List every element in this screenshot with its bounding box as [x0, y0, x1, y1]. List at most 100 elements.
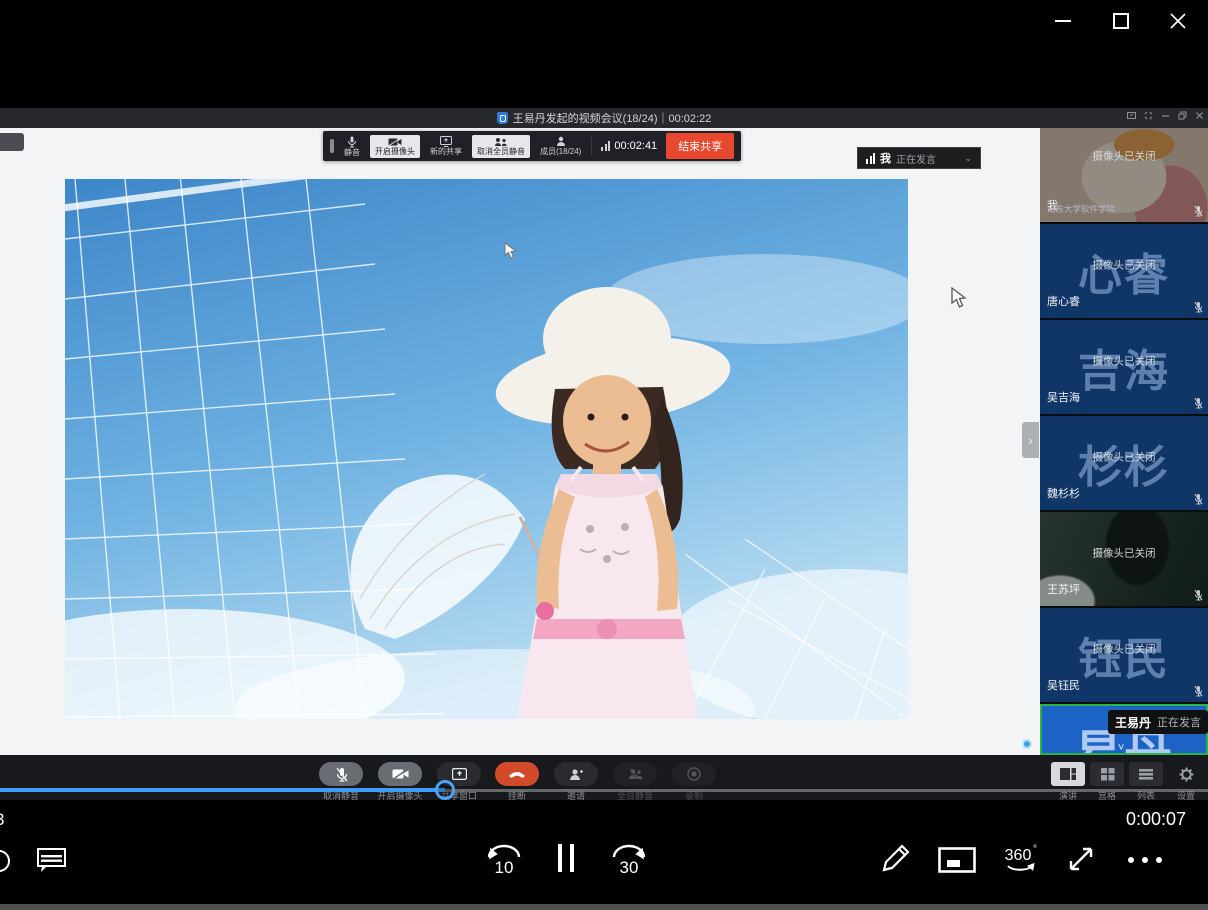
maximize-icon[interactable] — [1107, 8, 1135, 34]
mic-muted-icon — [1194, 301, 1203, 313]
minimize-icon[interactable] — [1049, 8, 1077, 34]
participant-tile[interactable]: 钰民 摄像头已关闭 吴钰民 — [1040, 608, 1208, 702]
record-icon — [687, 767, 701, 781]
hangup-button[interactable]: 挂断 — [494, 762, 540, 802]
invite-icon — [569, 768, 583, 781]
rewind-10-button[interactable]: 10 — [483, 840, 525, 880]
pause-button[interactable] — [556, 843, 578, 873]
mini-restore-icon[interactable] — [1178, 111, 1187, 120]
chat-bubble-icon — [36, 844, 68, 876]
annotate-button[interactable] — [878, 842, 912, 876]
screen: 王易丹发起的视频会议(18/24)｜00:02:22 静音 — [0, 0, 1208, 910]
settings-button[interactable]: 设置 — [1166, 762, 1206, 802]
unmute-button[interactable]: 取消静音 — [318, 762, 364, 802]
toolbar-divider — [591, 137, 592, 155]
participant-tile[interactable]: 心睿 摄像头已关闭 唐心睿 — [1040, 224, 1208, 318]
drag-grip-icon[interactable] — [330, 139, 334, 153]
svg-text:360: 360 — [1005, 847, 1032, 864]
pip-button[interactable] — [938, 847, 976, 873]
gear-icon — [1179, 767, 1194, 782]
mute-all-icon — [628, 768, 643, 780]
chevron-down-icon: ⌄ — [964, 153, 972, 164]
speaker-status: 正在发言 — [896, 151, 936, 166]
pip-icon — [938, 847, 976, 873]
player-current-time: 0:00:07 — [1126, 809, 1186, 830]
video-player-controls: 3 0:00:07 10 30 360° — [0, 800, 1208, 910]
window-bottom-strip — [0, 904, 1208, 910]
sidebar-collapse-chevron[interactable]: › — [1022, 422, 1039, 458]
shared-photo — [65, 179, 908, 719]
participant-name: 唐心睿 — [1047, 293, 1080, 309]
mic-off-icon — [335, 767, 348, 782]
participants-sidebar: 摄像头已关闭 我 山东大学软件学院 心睿 摄像头已关闭 唐心睿 吉海 摄像头已关… — [1040, 128, 1208, 755]
shared-screen-area: 静音 开启摄像头 新的共享 取消全员静音 成员(18/24) — [0, 128, 1040, 755]
fullscreen-arrows-icon[interactable] — [1144, 111, 1153, 120]
meeting-timer: 00:02:41 — [601, 140, 657, 152]
fullscreen-button[interactable] — [1066, 844, 1096, 874]
popout-icon[interactable] — [1127, 111, 1136, 120]
player-progress-bar[interactable] — [0, 788, 1208, 792]
volume-bars-icon — [866, 153, 875, 164]
share-window-icon — [452, 768, 467, 780]
mute-all-button[interactable]: 全员静音 — [612, 762, 658, 802]
outer-titlebar — [0, 0, 1208, 108]
participant-tile[interactable]: 摄像头已关闭 王苏坪 — [1040, 512, 1208, 606]
mini-minimize-icon[interactable] — [1161, 111, 1170, 120]
participant-name: 吴吉海 — [1047, 389, 1080, 405]
participant-tile[interactable]: 杉杉 摄像头已关闭 魏杉杉 — [1040, 416, 1208, 510]
member-icon — [556, 136, 566, 147]
meeting-titlebar: 王易丹发起的视频会议(18/24)｜00:02:22 — [0, 108, 1208, 128]
layout-grid-icon — [1100, 767, 1115, 781]
mute-button[interactable]: 静音 — [343, 134, 361, 159]
record-button[interactable]: 录制 — [671, 762, 717, 802]
layout-speaker-icon — [1059, 767, 1077, 781]
mic-muted-icon — [1194, 589, 1203, 601]
mic-muted-icon — [1194, 685, 1203, 697]
camera-off-label: 摄像头已关闭 — [1040, 450, 1208, 465]
meeting-window-controls — [1127, 111, 1204, 120]
new-share-button[interactable]: 新的共享 — [429, 134, 463, 158]
svg-text:30: 30 — [620, 858, 639, 877]
view-list-button[interactable]: 列表 — [1126, 762, 1166, 802]
progress-handle[interactable] — [435, 780, 455, 800]
camera-off-label: 摄像头已关闭 — [1040, 149, 1208, 164]
camera-off-label: 摄像头已关闭 — [1040, 258, 1208, 273]
camera-icon — [388, 137, 402, 147]
svg-text:10: 10 — [495, 858, 514, 877]
chevron-down-icon: ˅ — [1118, 742, 1124, 754]
active-speaker-dropdown[interactable]: 我 正在发言 ⌄ — [857, 147, 981, 169]
hangup-icon — [508, 770, 526, 778]
mouse-cursor-icon — [951, 287, 968, 309]
remote-cursor-icon — [504, 242, 518, 260]
camera-off-label: 摄像头已关闭 — [1040, 354, 1208, 369]
more-button[interactable] — [1126, 856, 1164, 864]
view-speaker-button[interactable]: 演讲 — [1048, 762, 1088, 802]
mic-muted-icon — [1194, 397, 1203, 409]
invite-button[interactable]: 邀请 — [553, 762, 599, 802]
pencil-icon — [878, 842, 912, 876]
rotate-360-button[interactable]: 360° — [1000, 842, 1040, 878]
speaker-name: 我 — [880, 150, 891, 166]
mic-icon — [347, 136, 357, 148]
participant-tile[interactable]: 吉海 摄像头已关闭 吴吉海 — [1040, 320, 1208, 414]
corner-tab[interactable] — [0, 133, 24, 151]
meeting-title: 王易丹发起的视频会议(18/24)｜00:02:22 — [497, 110, 712, 126]
close-icon[interactable] — [1164, 8, 1192, 34]
view-grid-button[interactable]: 宫格 — [1087, 762, 1127, 802]
end-share-button[interactable]: 结束共享 — [666, 133, 734, 159]
members-button[interactable]: 成员(18/24) — [539, 134, 582, 158]
forward-30-button[interactable]: 30 — [608, 840, 650, 880]
speaking-tooltip: 王易丹 正在发言 — [1108, 710, 1208, 734]
unmute-all-button[interactable]: 取消全员静音 — [472, 135, 530, 158]
mini-close-icon[interactable] — [1195, 111, 1204, 120]
camera-off-label: 摄像头已关闭 — [1040, 546, 1208, 561]
rotate-360-icon: 360° — [1000, 842, 1040, 878]
fullscreen-icon — [1066, 844, 1096, 874]
camera-on-button[interactable]: 开启摄像头 — [377, 762, 423, 802]
progress-fill — [0, 788, 445, 792]
participant-tile-me[interactable]: 摄像头已关闭 我 山东大学软件学院 — [1040, 128, 1208, 222]
people-icon — [494, 137, 508, 147]
subtitles-button[interactable] — [36, 844, 68, 876]
security-shield-icon — [497, 112, 508, 124]
open-camera-button[interactable]: 开启摄像头 — [370, 135, 420, 158]
